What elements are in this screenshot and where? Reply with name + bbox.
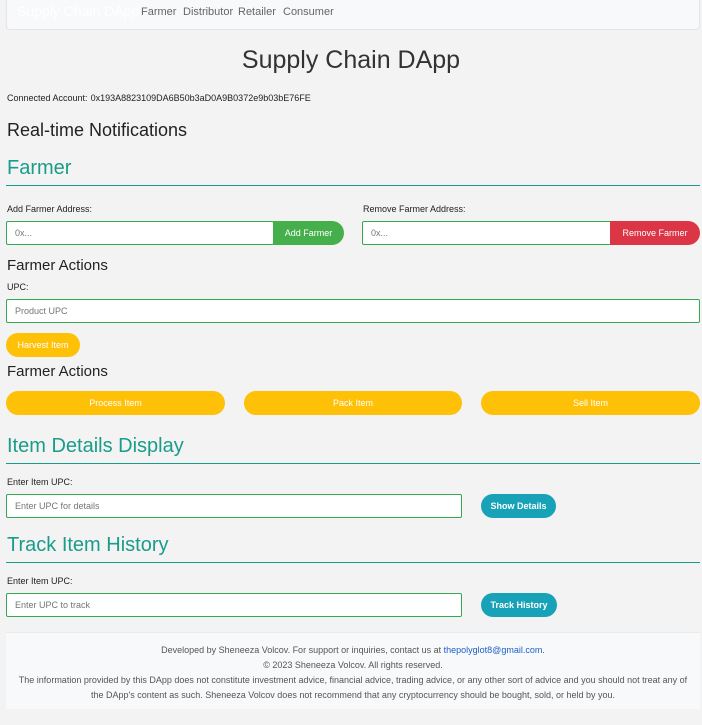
remove-farmer-button[interactable]: Remove Farmer [610,221,700,245]
upc-label: UPC: [7,282,29,292]
farmer-heading: Farmer [7,157,72,179]
remove-farmer-input[interactable] [362,221,612,245]
sell-item-button[interactable]: Sell Item [481,391,700,415]
farmer-actions-heading-2: Farmer Actions [7,363,108,380]
item-details-label: Enter Item UPC: [7,477,73,487]
track-upc-input[interactable] [6,593,462,617]
farmer-actions-heading: Farmer Actions [7,257,108,274]
navbar-brand[interactable]: Supply Chain DApp [17,3,139,19]
pack-item-button[interactable]: Pack Item [244,391,462,415]
add-farmer-button[interactable]: Add Farmer [273,221,344,245]
footer-copyright: © 2023 Sheneeza Volcov. All rights reser… [263,660,443,670]
show-details-button[interactable]: Show Details [481,494,556,518]
details-upc-input[interactable] [6,494,462,518]
track-history-heading: Track Item History [7,534,169,556]
add-farmer-label: Add Farmer Address: [7,204,93,214]
item-details-divider [6,463,700,464]
notifications-heading: Real-time Notifications [7,120,188,140]
harvest-item-button[interactable]: Harvest Item [6,333,80,357]
add-farmer-input[interactable] [6,221,274,245]
remove-farmer-label: Remove Farmer Address: [363,204,466,214]
farmer-divider [6,185,700,186]
footer-disclaimer: The information provided by this DApp do… [18,675,688,700]
item-details-heading: Item Details Display [7,435,184,457]
track-history-button[interactable]: Track History [481,593,557,617]
footer-contact-suffix: . [542,645,545,655]
product-upc-input[interactable] [6,299,700,323]
track-history-divider [6,562,700,563]
footer-contact-text: Developed by Sheneeza Volcov. For suppor… [161,645,444,655]
footer-contact-line: Developed by Sheneeza Volcov. For suppor… [6,643,700,658]
track-history-label: Enter Item UPC: [7,576,73,586]
page-title: Supply Chain DApp [241,46,461,74]
footer-email-link[interactable]: thepolyglot8@gmail.com [444,645,543,655]
nav-link-farmer[interactable]: Farmer [141,6,176,18]
nav-link-retailer[interactable]: Retailer [238,6,276,18]
nav-link-consumer[interactable]: Consumer [283,6,334,18]
page: Supply Chain DApp Farmer Distributor Ret… [0,0,702,725]
connected-account: Connected Account: 0x193A8823109DA6B50b3a… [7,93,311,103]
account-label: Connected Account: [7,93,88,103]
footer: Developed by Sheneeza Volcov. For suppor… [6,632,700,709]
navbar: Supply Chain DApp Farmer Distributor Ret… [6,0,700,30]
nav-link-distributor[interactable]: Distributor [183,6,233,18]
account-address: 0x193A8823109DA6B50b3aD0A9B0372e9b03bE76… [90,93,311,103]
process-item-button[interactable]: Process Item [6,391,225,415]
